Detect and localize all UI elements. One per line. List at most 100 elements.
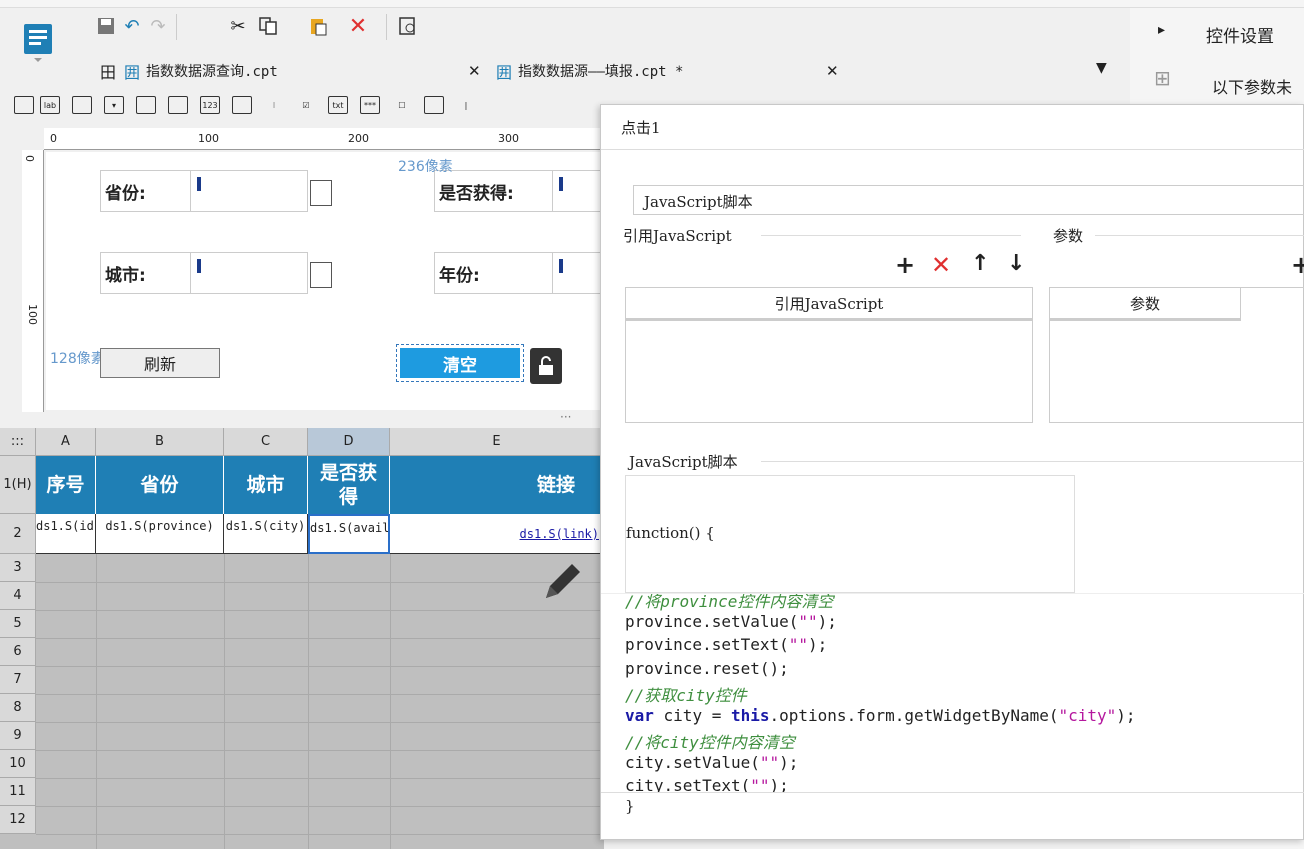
row-header[interactable]: 6 (0, 638, 36, 666)
row-header[interactable]: 3 (0, 554, 36, 582)
tab-fill-cpt[interactable]: 囲 指数数据源——填报.cpt * ✕ (496, 56, 846, 86)
move-up-icon[interactable]: ↑ (971, 251, 989, 276)
checkbox-widget-icon[interactable]: ☑ (296, 96, 316, 114)
close-icon[interactable]: ✕ (468, 62, 481, 80)
city-combo[interactable] (190, 252, 308, 294)
row-header[interactable]: 7 (0, 666, 36, 694)
tab-query-cpt[interactable]: 田 囲 指数数据源查询.cpt ✕ (100, 56, 490, 86)
date-widget-icon[interactable] (136, 96, 156, 114)
text-widget-icon[interactable]: lab (40, 96, 60, 114)
pencil-icon[interactable] (540, 558, 586, 608)
code-comment-line: //获取city控件 (625, 686, 747, 705)
tab-menu-icon[interactable]: ▼ (1096, 60, 1107, 76)
event-type-select[interactable]: JavaScript脚本 (633, 185, 1304, 215)
delete-icon[interactable]: ✕ (931, 251, 951, 279)
column-header-d[interactable]: D (308, 428, 390, 456)
column-header-e[interactable]: E (390, 428, 604, 456)
link-cell[interactable]: ds1.S(link) (390, 514, 604, 554)
grid-corner[interactable]: ::: (0, 428, 36, 456)
code-line: city.setValue(""); (625, 752, 799, 772)
collapse-arrow-icon[interactable]: ▸ (1158, 22, 1165, 38)
more-widget-icon[interactable]: | (456, 96, 476, 114)
header-cell[interactable]: 省份 (96, 456, 224, 514)
row-header[interactable]: 12 (0, 806, 36, 834)
delete-icon[interactable]: ✕ (346, 14, 370, 39)
header-cell[interactable]: 城市 (224, 456, 308, 514)
row-header[interactable]: 4 (0, 582, 36, 610)
app-logo[interactable] (22, 20, 54, 64)
redo-icon[interactable]: ↷ (146, 14, 170, 38)
row-header[interactable]: 1(H) (0, 456, 36, 514)
number-widget-icon[interactable]: 123 (200, 96, 220, 114)
ruler-tick: 0 (50, 132, 57, 145)
row-header[interactable]: 10 (0, 750, 36, 778)
lock-icon[interactable] (530, 348, 562, 384)
password-widget-icon[interactable]: *** (360, 96, 380, 114)
grid-line (308, 554, 309, 849)
row-header[interactable]: 2 (0, 514, 36, 554)
data-cell[interactable]: ds1.S(province) (96, 514, 224, 554)
function-open: function() { (626, 524, 715, 542)
code-line: province.setText(""); (625, 635, 828, 654)
grid-line (36, 778, 604, 779)
grid-line (36, 582, 604, 583)
params-section-title: 参数 (1053, 227, 1084, 245)
params-table[interactable]: 参数 (1049, 287, 1304, 423)
paste-icon[interactable] (306, 14, 330, 38)
divider (601, 149, 1304, 150)
undo-icon[interactable]: ↶ (120, 14, 144, 38)
column-header-b[interactable]: B (96, 428, 224, 456)
preview-icon[interactable] (396, 14, 420, 38)
data-cell[interactable]: ds1.S(id) (36, 514, 96, 554)
form-canvas[interactable]: 省份: 是否获得: 236像素 城市: 年份: 128像素 刷新 清空 (46, 152, 612, 410)
ref-js-table[interactable]: 引用JavaScript (625, 287, 1033, 423)
report-grid[interactable]: ::: A B C D E 1(H) 2 3 4 5 6 7 8 9 10 11… (0, 428, 604, 849)
close-icon[interactable]: ✕ (826, 62, 839, 80)
province-combo[interactable] (190, 170, 308, 212)
tab-label: 指数数据源——填报.cpt * (518, 64, 684, 80)
column-header-a[interactable]: A (36, 428, 96, 456)
copy-icon[interactable] (256, 14, 280, 38)
header-cell[interactable]: 序号 (36, 456, 96, 514)
column-header-c[interactable]: C (224, 428, 308, 456)
refresh-button[interactable]: 刷新 (100, 348, 220, 378)
grid-line (390, 554, 391, 849)
checkgroup-widget-icon[interactable]: ☐ (392, 96, 412, 114)
clear-button[interactable]: 清空 (400, 348, 520, 378)
row-header[interactable]: 9 (0, 722, 36, 750)
cut-icon[interactable]: ✂ (226, 14, 250, 38)
report-icon: 囲 (124, 63, 141, 82)
dropdown-icon[interactable] (310, 180, 332, 206)
row-header[interactable]: 5 (0, 610, 36, 638)
data-cell[interactable]: ds1.S(city) (224, 514, 308, 554)
move-down-icon[interactable]: ↓ (1007, 251, 1025, 276)
header-cell[interactable]: 链接 (390, 456, 604, 514)
ruler-tick: 0 (23, 155, 36, 162)
tree-widget-icon[interactable] (424, 96, 444, 114)
radio-widget-icon[interactable]: ⁝ (264, 96, 284, 114)
button-widget-icon[interactable] (72, 96, 92, 114)
save-icon[interactable] (94, 14, 118, 38)
dropdown-icon[interactable] (310, 262, 332, 288)
function-close: } (625, 797, 635, 815)
tab-label: 指数数据源查询.cpt (146, 64, 278, 80)
obtained-label: 是否获得: (434, 170, 554, 212)
splitter-handle[interactable]: ··· (560, 410, 571, 424)
text-caret (197, 177, 201, 191)
label-widget-icon[interactable] (14, 96, 34, 114)
row-header[interactable]: 11 (0, 778, 36, 806)
txt-widget-icon[interactable]: txt (328, 96, 348, 114)
report-logo-icon (24, 24, 52, 62)
row-header[interactable]: 8 (0, 694, 36, 722)
divider (1095, 235, 1304, 236)
textarea-widget-icon[interactable] (232, 96, 252, 114)
event-dialog[interactable]: 点击1 JavaScript脚本 引用JavaScript 参数 + ✕ ↑ ↓… (600, 104, 1304, 840)
add-param-icon[interactable]: + (1291, 251, 1304, 279)
data-cell-selected[interactable]: ds1.S(available) (308, 514, 390, 554)
calendar-widget-icon[interactable] (168, 96, 188, 114)
widget-settings-icon[interactable]: ⊞ (1154, 66, 1171, 90)
combo-widget-icon[interactable]: ▾ (104, 96, 124, 114)
add-icon[interactable]: + (895, 251, 915, 279)
header-cell[interactable]: 是否获得 (308, 456, 390, 514)
script-editor[interactable]: //将province控件内容清空 province.setValue(""); p… (601, 593, 1304, 793)
